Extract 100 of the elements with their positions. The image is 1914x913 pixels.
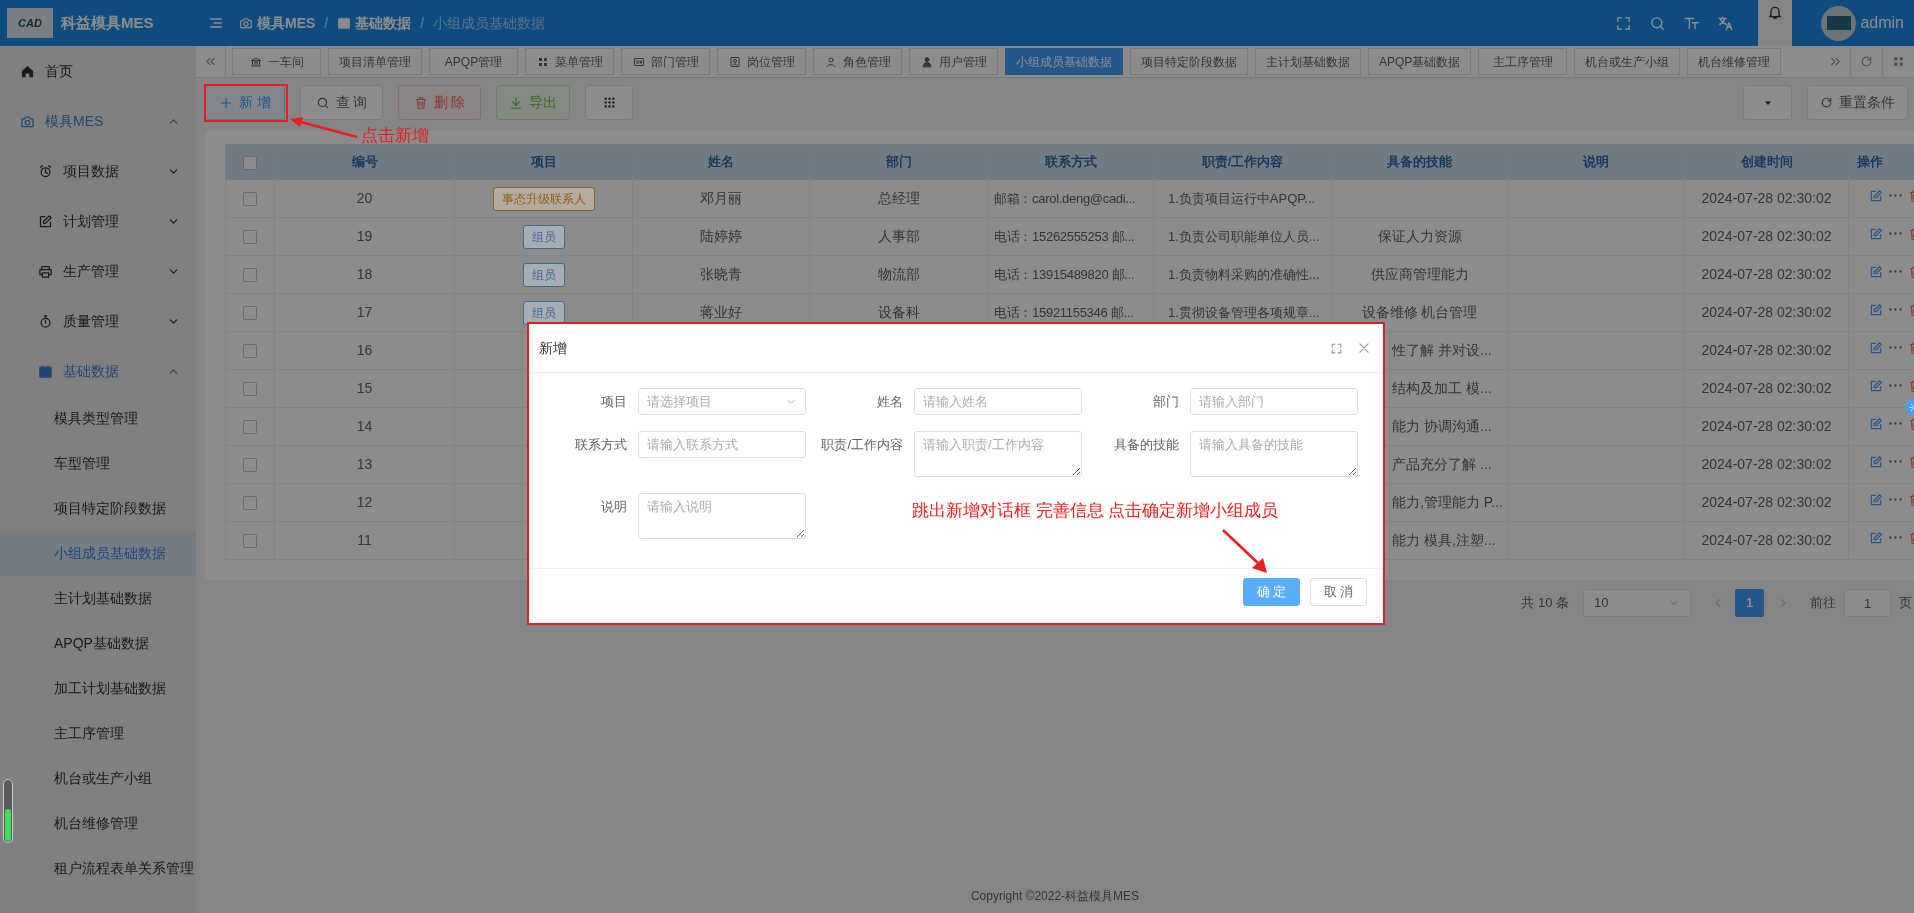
breadcrumb-link[interactable]: 基础数据 bbox=[337, 12, 412, 34]
textarea-field[interactable]: 请输入说明 bbox=[638, 493, 806, 539]
page-button[interactable]: 1 bbox=[1735, 589, 1764, 617]
tab[interactable]: 机台或生产小组 bbox=[1574, 48, 1681, 75]
column-header: 职责/工作内容 bbox=[1201, 154, 1284, 170]
tab[interactable]: APQP基础数据 bbox=[1368, 48, 1472, 75]
page-size-select[interactable]: 10 bbox=[1583, 589, 1691, 617]
input-field[interactable]: 请输入联系方式 bbox=[638, 431, 806, 458]
column-header: 具备的技能 bbox=[1387, 154, 1452, 170]
tab[interactable]: 一车间 bbox=[232, 48, 321, 75]
sidebar-item[interactable]: 模具类型管理 bbox=[0, 396, 196, 441]
table-cell: 设备科 bbox=[877, 304, 920, 320]
sidebar-item[interactable]: 首页 bbox=[0, 46, 196, 96]
table-cell: 18 bbox=[356, 266, 373, 282]
add-button[interactable]: 新 增 bbox=[205, 85, 285, 120]
table-cell: 1.贯彻设备管理各项规章... bbox=[1168, 304, 1320, 320]
table-cell: 蒋业好 bbox=[700, 304, 742, 320]
sidebar-item[interactable]: 质量管理 bbox=[0, 296, 196, 346]
table-cell: 电话：15921155346 邮... bbox=[994, 304, 1134, 320]
sidebar-item[interactable]: 主工序管理 bbox=[0, 711, 196, 756]
table-cell: 产品充分了解 ... bbox=[1392, 456, 1492, 472]
table-cell: 能力 模具,注塑... bbox=[1392, 532, 1496, 548]
tag: 组员 bbox=[522, 300, 565, 325]
column-header: 姓名 bbox=[708, 154, 734, 170]
sidebar-item[interactable]: 模具MES bbox=[0, 96, 196, 146]
tab[interactable]: 主工序管理 bbox=[1478, 48, 1568, 75]
sidebar-item[interactable]: 项目特定阶段数据 bbox=[0, 486, 196, 531]
tag: 组员 bbox=[522, 224, 565, 249]
query-button[interactable]: 查 询 bbox=[300, 85, 383, 120]
column-header: 创建时间 bbox=[1740, 154, 1793, 170]
table-cell: 11 bbox=[357, 532, 372, 548]
column-header: 项目 bbox=[530, 154, 557, 170]
sidebar-item[interactable]: 主计划基础数据 bbox=[0, 576, 196, 621]
copyright: Copyright ©2022-科益模具MES bbox=[970, 889, 1140, 903]
annotation-text: 跳出新增对话框 完善信息 点击确定新增小组成员 bbox=[912, 501, 1279, 520]
breadcrumb-separator: / bbox=[420, 13, 425, 33]
textarea-field[interactable]: 请输入职责/工作内容 bbox=[914, 431, 1082, 477]
table-cell: 保证人力资源 bbox=[1377, 228, 1462, 244]
table-cell: 设备维修 机台管理 bbox=[1361, 304, 1478, 320]
app-title: 科益模具MES bbox=[61, 12, 154, 33]
sidebar-item[interactable]: APQP基础数据 bbox=[0, 621, 196, 666]
table-cell: 邓月丽 bbox=[700, 190, 742, 206]
cancel-button[interactable]: 取 消 bbox=[1310, 578, 1367, 606]
breadcrumb-separator: / bbox=[324, 13, 329, 33]
tab[interactable]: 岗位管理 bbox=[717, 48, 806, 75]
table-cell: 2024-07-28 02:30:02 bbox=[1701, 418, 1832, 434]
tab[interactable]: 项目清单管理 bbox=[328, 48, 422, 75]
table-cell: 2024-07-28 02:30:02 bbox=[1701, 494, 1832, 510]
sidebar-item[interactable]: 车型管理 bbox=[0, 441, 196, 486]
table-cell: 结构及加工 模... bbox=[1392, 380, 1492, 396]
table-cell: 人事部 bbox=[877, 228, 920, 244]
sidebar-item[interactable]: 加工计划基础数据 bbox=[0, 666, 196, 711]
total-count: 共 10 条 bbox=[1521, 594, 1569, 613]
tab[interactable]: 角色管理 bbox=[813, 48, 902, 75]
table-cell: 1.负责公司职能单位人员... bbox=[1168, 228, 1320, 244]
sidebar-item[interactable]: 计划管理 bbox=[0, 196, 196, 246]
table-cell: 电话：13915489820 邮... bbox=[994, 266, 1135, 282]
table-cell: 14 bbox=[356, 418, 373, 434]
table-cell: 能力,管理能力 P... bbox=[1392, 494, 1503, 510]
sidebar-item[interactable]: 小组成员基础数据 bbox=[0, 531, 196, 576]
breadcrumb-link[interactable]: 模具MES bbox=[239, 12, 316, 34]
delete-button[interactable]: 删 除 bbox=[398, 85, 481, 120]
tab[interactable]: 机台维修管理 bbox=[1687, 48, 1782, 75]
field-label: 姓名 bbox=[876, 392, 904, 411]
tab[interactable]: 小组成员基础数据 bbox=[1005, 48, 1123, 75]
tab[interactable]: APQP管理 bbox=[429, 48, 518, 75]
reset-button[interactable]: 重置条件 bbox=[1807, 85, 1908, 120]
table-cell: 16 bbox=[356, 342, 373, 358]
page-input[interactable]: 1 bbox=[1844, 589, 1891, 617]
tab[interactable]: 项目特定阶段数据 bbox=[1130, 48, 1248, 75]
table-cell: 12 bbox=[356, 494, 373, 510]
table-cell: 2024-07-28 02:30:02 bbox=[1701, 190, 1832, 206]
column-header: 编号 bbox=[351, 154, 378, 170]
table-cell: 2024-07-28 02:30:02 bbox=[1701, 304, 1832, 320]
tag: 组员 bbox=[522, 262, 565, 287]
table-cell: 性了解 并对设... bbox=[1392, 342, 1492, 358]
tab[interactable]: 用户管理 bbox=[909, 48, 998, 75]
table-cell: 2024-07-28 02:30:02 bbox=[1701, 342, 1832, 358]
input-field[interactable]: 请输入部门 bbox=[1190, 388, 1358, 415]
table-cell: 供应商管理能力 bbox=[1370, 266, 1469, 282]
tab[interactable]: 菜单管理 bbox=[525, 48, 614, 75]
table-cell: 20 bbox=[356, 190, 373, 206]
sidebar-item[interactable]: 生产管理 bbox=[0, 246, 196, 296]
textarea-field[interactable]: 请输入具备的技能 bbox=[1190, 431, 1358, 477]
confirm-button[interactable]: 确 定 bbox=[1243, 578, 1300, 606]
user-name: admin bbox=[1860, 13, 1904, 33]
tab[interactable]: 主计划基础数据 bbox=[1255, 48, 1361, 75]
input-field[interactable]: 请输入姓名 bbox=[914, 388, 1082, 415]
field-label: 项目 bbox=[600, 392, 628, 411]
select-field[interactable]: 请选择项目 bbox=[638, 388, 806, 415]
sidebar-item[interactable]: 租户流程表单关系管理 bbox=[0, 846, 196, 891]
annotation-text: 点击新增 bbox=[361, 125, 429, 147]
sidebar-item[interactable]: 项目数据 bbox=[0, 146, 196, 196]
field-label: 部门 bbox=[1152, 392, 1180, 411]
column-header: 操作 bbox=[1857, 154, 1883, 170]
tab[interactable]: 部门管理 bbox=[621, 48, 710, 75]
sidebar-item[interactable]: 基础数据 bbox=[0, 346, 196, 396]
table-cell: 1.负责物料采购的准确性... bbox=[1168, 266, 1320, 282]
table-cell: 2024-07-28 02:30:02 bbox=[1701, 228, 1832, 244]
table-cell: 2024-07-28 02:30:02 bbox=[1701, 456, 1832, 472]
